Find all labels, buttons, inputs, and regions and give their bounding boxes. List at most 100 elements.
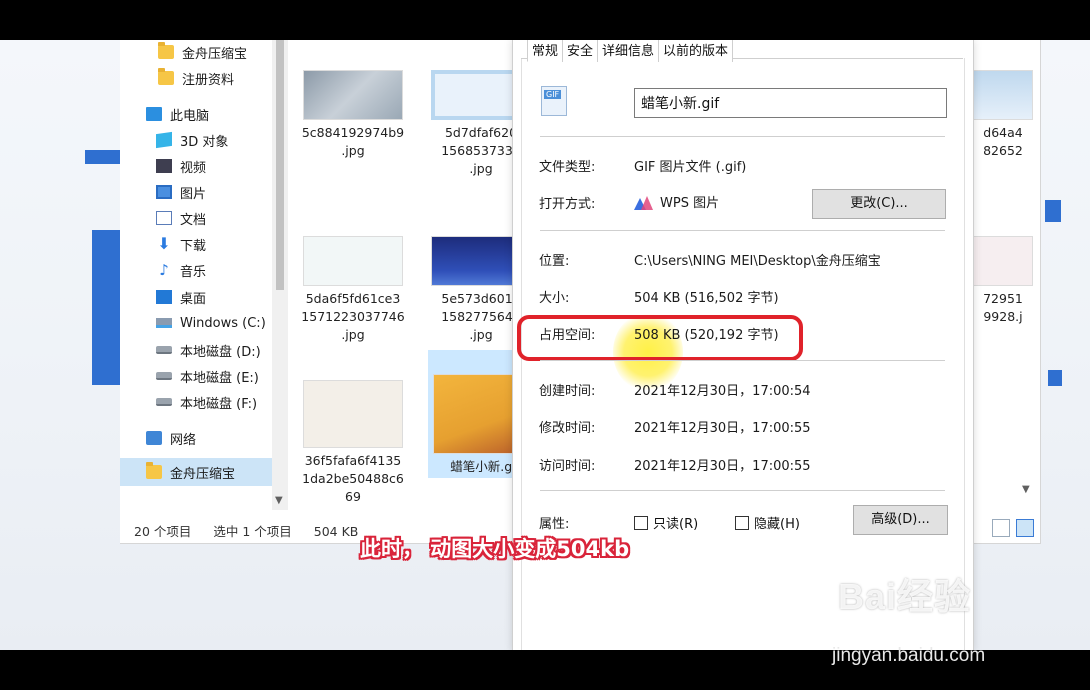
hidden-label: 隐藏(H) [754,517,800,532]
nav-item-3d-objects[interactable]: 3D 对象 [156,128,228,152]
nav-item-videos[interactable]: 视频 [156,154,206,178]
size-value: 504 KB (516,502 字节) [634,291,779,306]
tab-general[interactable]: 常规 [527,40,564,62]
file-type-value: GIF 图片文件 (.gif) [634,160,747,175]
nav-item-drive-c[interactable]: Windows (C:) [156,311,266,335]
selected-size: 504 KB [313,524,359,539]
desktop-icon [156,290,172,304]
divider [540,490,945,491]
nav-item-label: 金舟压缩宝 [182,46,248,62]
pictures-icon [156,185,172,199]
nav-scrollbar-thumb[interactable] [276,40,284,290]
nav-item-label: 网络 [170,432,197,448]
nav-item-drive-d[interactable]: 本地磁盘 (D:) [156,338,261,362]
file-name-line: 69 [345,489,361,504]
nav-item-label: 视频 [180,160,207,176]
file-name-line: .jpg [341,327,365,342]
nav-item-drive-e[interactable]: 本地磁盘 (E:) [156,364,259,388]
nav-item-network[interactable]: 网络 [146,426,196,450]
created-value: 2021年12月30日，17:00:54 [634,384,811,399]
nav-item-jinzhou-folder[interactable]: 金舟压缩宝 [158,40,247,64]
nav-item-music[interactable]: ♪ 音乐 [156,258,206,282]
modified-value: 2021年12月30日，17:00:55 [634,421,811,436]
size-label: 大小: [539,291,570,306]
drive-icon [156,372,172,380]
nav-item-pictures[interactable]: 图片 [156,180,206,204]
location-value: C:\Users\NING MEI\Desktop\金舟压缩宝 [634,254,881,269]
attributes-label: 属性: [539,517,570,532]
nav-item-documents[interactable]: 文档 [156,206,206,230]
documents-icon [156,211,172,225]
readonly-checkbox[interactable]: 只读(R) [634,513,698,532]
gif-file-icon: GIF [541,86,567,116]
nav-item-label: 图片 [180,186,207,202]
nav-item-register-folder[interactable]: 注册资料 [158,66,234,90]
large-icons-view-icon[interactable] [1016,519,1034,537]
drive-icon [156,346,172,354]
file-thumbnail [303,70,403,120]
details-view-icon[interactable] [992,519,1010,537]
nav-item-desktop[interactable]: 桌面 [156,285,206,309]
video-caption: 此时， 动图大小变成504kb [360,537,630,561]
change-button[interactable]: 更改(C)... [812,189,946,219]
filename-input[interactable]: 蜡笔小新.gif [634,88,947,118]
divider [540,360,945,361]
tab-bar: 常规 安全 详细信息 以前的版本 [527,40,734,62]
tab-previous-versions[interactable]: 以前的版本 [658,40,734,62]
file-item[interactable]: 5da6f5fd61ce3 1571223037746 .jpg [298,236,408,344]
nav-item-label: 本地磁盘 (F:) [180,396,258,412]
open-with-value-row: WPS 图片 [634,192,719,212]
view-toggle [992,519,1034,537]
nav-item-label: 3D 对象 [180,134,229,150]
file-name-line: 5da6f5fd61ce3 [305,291,401,306]
nav-item-label: 本地磁盘 (E:) [180,370,259,386]
created-label: 创建时间: [539,384,596,399]
nav-item-jinzhou-folder-selected[interactable]: 金舟压缩宝 [146,460,235,484]
nav-item-this-pc[interactable]: 此电脑 [146,102,209,126]
music-icon: ♪ [159,261,169,279]
folder-icon [146,462,162,479]
folder-icon [158,42,174,59]
advanced-button[interactable]: 高级(D)... [853,505,948,535]
watermark-url: jingyan.baidu.com [832,645,986,666]
drive-icon [156,398,172,406]
3d-objects-icon [156,131,172,149]
readonly-label: 只读(R) [653,517,699,532]
nav-item-downloads[interactable]: ⬇ 下载 [156,232,206,256]
file-name-line: .jpg [341,143,365,158]
checkbox-box[interactable] [634,515,648,530]
tab-details[interactable]: 详细信息 [597,40,660,62]
checkbox-box[interactable] [735,515,749,530]
computer-icon [146,107,162,121]
scroll-down-arrow-icon[interactable]: ▼ [1022,484,1030,495]
hidden-checkbox[interactable]: 隐藏(H) [735,513,800,532]
nav-item-label: 注册资料 [182,72,235,88]
nav-item-label: 桌面 [180,291,207,307]
file-name-line: 5c884192974b9 [301,125,405,140]
disk-size-value: 508 KB (520,192 字节) [634,328,779,343]
scroll-down-arrow-icon[interactable]: ▼ [275,495,283,506]
open-with-label: 打开方式: [539,197,596,212]
video-icon [156,159,172,173]
file-item[interactable]: 5c884192974b9 .jpg [298,70,408,160]
item-count: 20 个项目 [134,524,192,539]
open-with-value: WPS 图片 [660,196,720,211]
nav-item-label: 下载 [180,238,207,254]
file-item[interactable]: 36f5fafa6f4135 1da2be50488c6 69 [298,380,408,506]
accessed-value: 2021年12月30日，17:00:55 [634,459,811,474]
download-icon: ⬇ [157,234,171,253]
file-name-line: 1571223037746 [301,309,405,324]
divider [540,136,945,137]
nav-item-drive-f[interactable]: 本地磁盘 (F:) [156,390,257,414]
nav-scrollbar[interactable]: ▼ [272,40,288,510]
nav-item-label: Windows (C:) [180,315,266,331]
file-list-scrollbar[interactable]: ▼ [1022,40,1032,495]
location-label: 位置: [539,254,570,269]
status-bar: 20 个项目 选中 1 个项目 504 KB [134,521,376,540]
accessed-label: 访问时间: [539,459,596,474]
file-name-line: 36f5fafa6f4135 [304,453,402,468]
nav-item-label: 此电脑 [170,108,210,124]
file-thumbnail [303,380,403,448]
navigation-pane: 金舟压缩宝 注册资料 此电脑 3D 对象 视频 图片 文档 ⬇ 下载 ♪ 音乐 桌面… [120,40,272,510]
tab-security[interactable]: 安全 [562,40,599,62]
